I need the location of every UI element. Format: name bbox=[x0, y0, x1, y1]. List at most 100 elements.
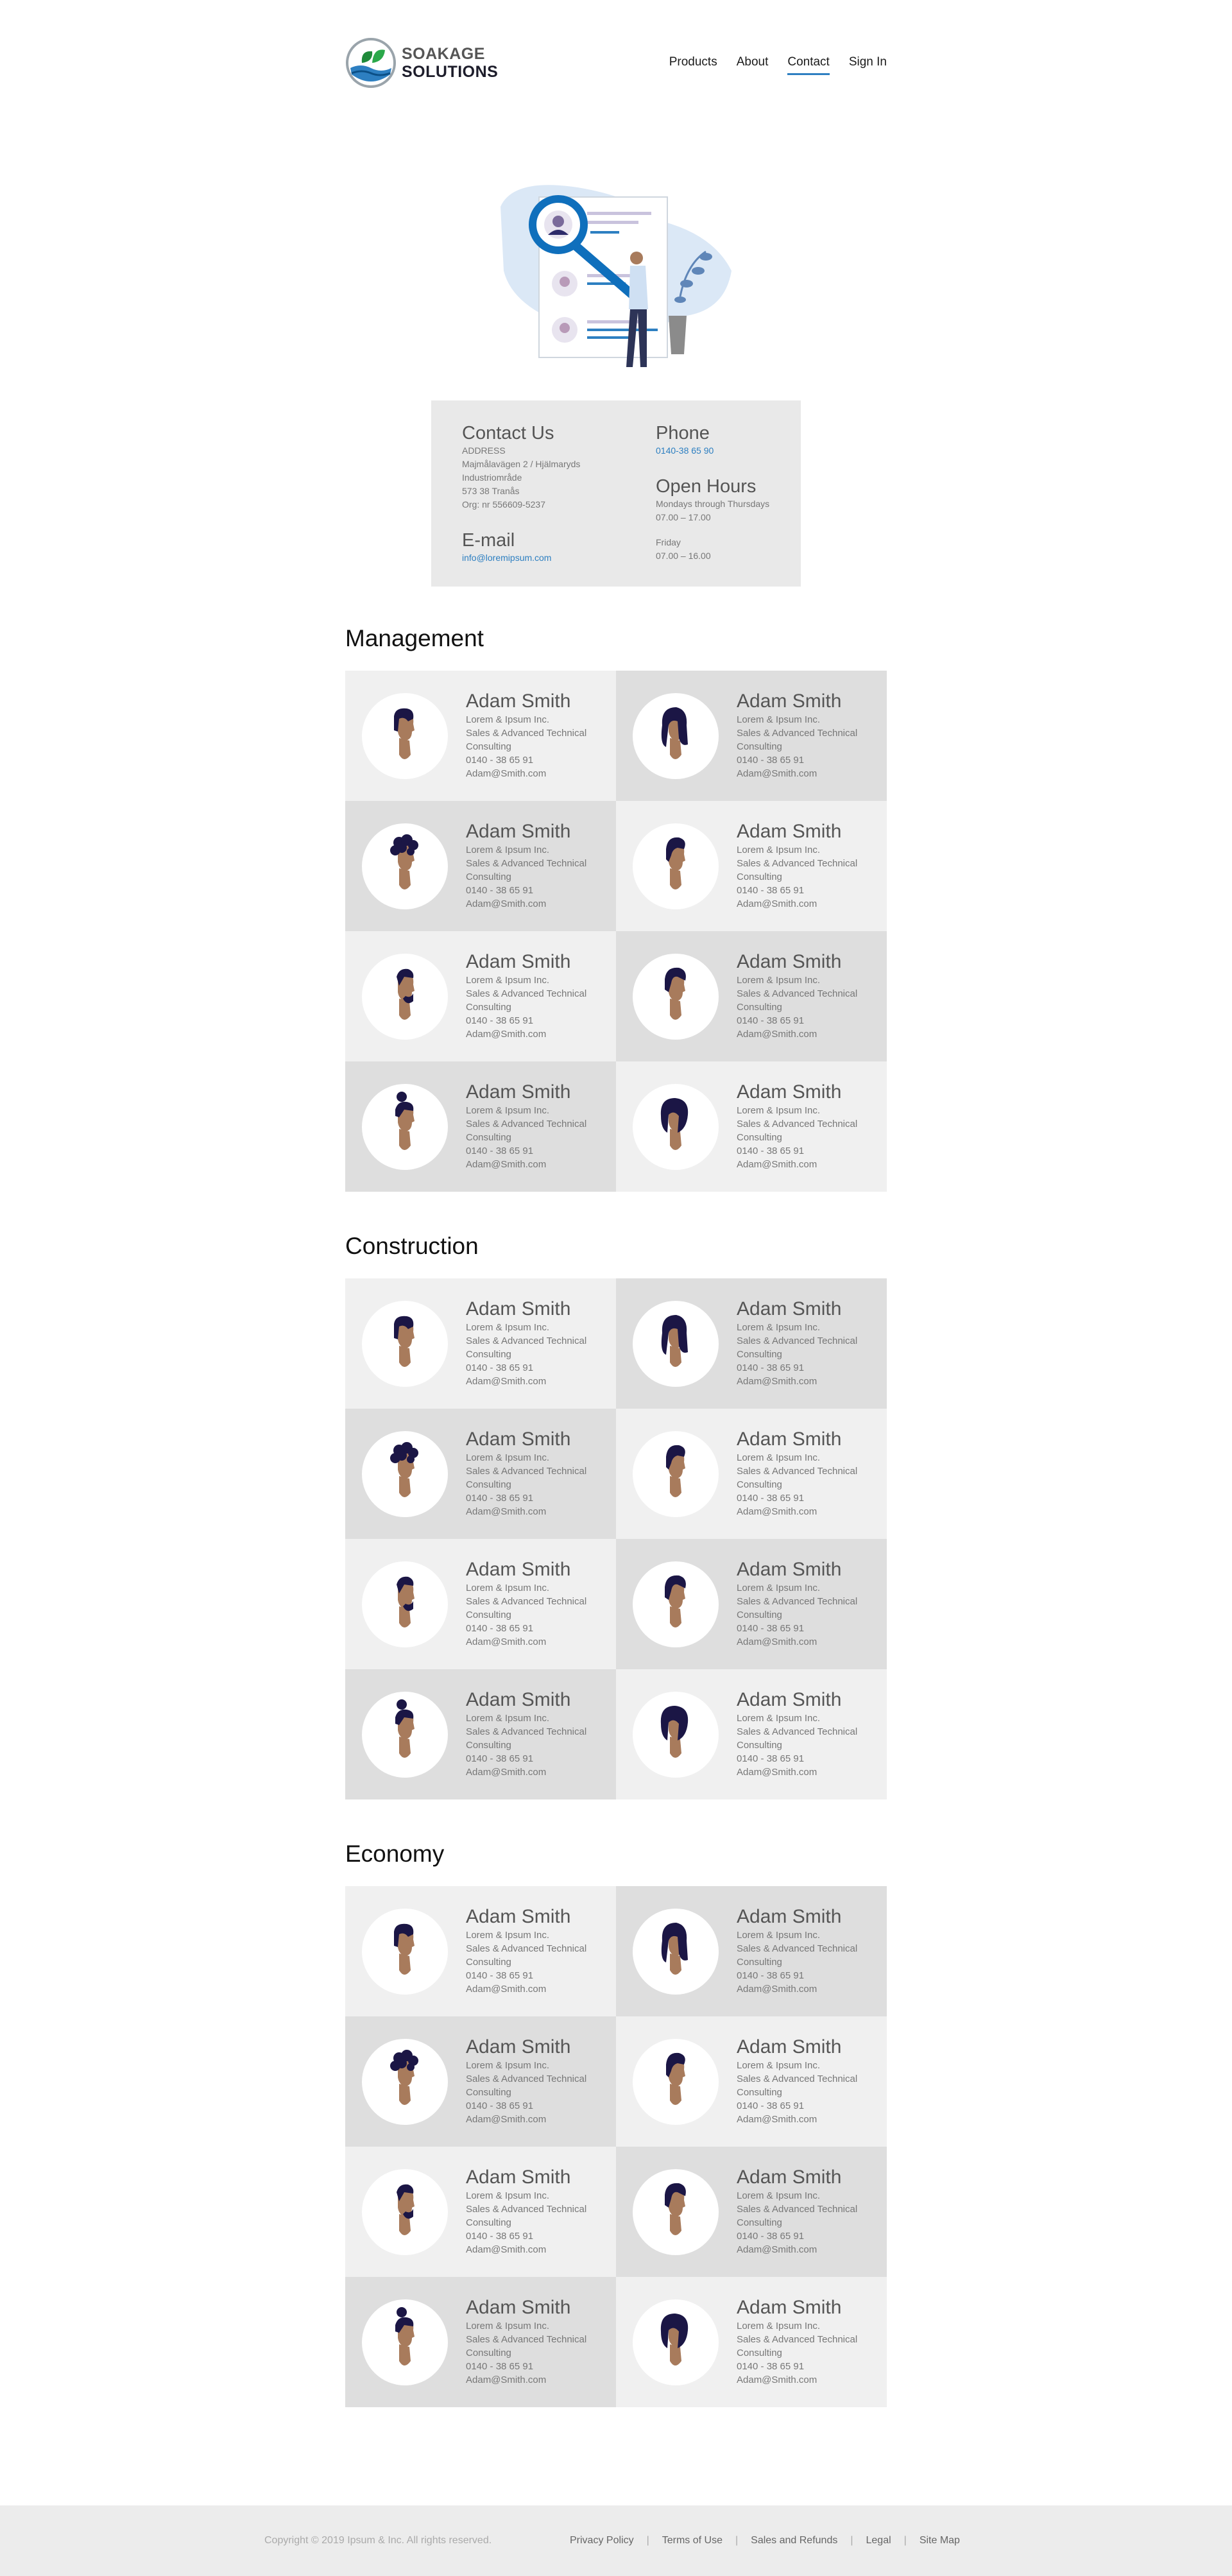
staff-email[interactable]: Adam@Smith.com bbox=[737, 1635, 878, 1649]
staff-email[interactable]: Adam@Smith.com bbox=[737, 1375, 878, 1388]
staff-info: Adam Smith Lorem & Ipsum Inc. Sales & Adva… bbox=[466, 950, 607, 1041]
staff-role-line1: Sales & Advanced Technical bbox=[737, 988, 858, 999]
staff-email[interactable]: Adam@Smith.com bbox=[466, 897, 607, 911]
staff-info: Adam Smith Lorem & Ipsum Inc. Sales & Adva… bbox=[466, 1428, 607, 1518]
staff-phone[interactable]: 0140 - 38 65 91 bbox=[466, 884, 607, 897]
staff-card: Adam Smith Lorem & Ipsum Inc. Sales & Adva… bbox=[345, 1669, 616, 1799]
footer-link-sitemap[interactable]: Site Map bbox=[920, 2535, 960, 2546]
staff-role-line1: Sales & Advanced Technical bbox=[737, 2204, 858, 2215]
staff-role-line2: Consulting bbox=[466, 1740, 511, 1751]
staff-info: Adam Smith Lorem & Ipsum Inc. Sales & Adva… bbox=[737, 2166, 878, 2256]
avatar bbox=[633, 954, 719, 1040]
staff-email[interactable]: Adam@Smith.com bbox=[737, 1505, 878, 1518]
staff-email[interactable]: Adam@Smith.com bbox=[466, 1158, 607, 1171]
staff-phone[interactable]: 0140 - 38 65 91 bbox=[737, 1144, 878, 1158]
staff-phone[interactable]: 0140 - 38 65 91 bbox=[466, 1752, 607, 1765]
staff-email[interactable]: Adam@Smith.com bbox=[466, 767, 607, 780]
brand-name[interactable]: SOAKAGE SOLUTIONS bbox=[402, 45, 498, 81]
staff-phone[interactable]: 0140 - 38 65 91 bbox=[466, 2099, 607, 2113]
staff-card: Adam Smith Lorem & Ipsum Inc. Sales & Adva… bbox=[345, 1409, 616, 1539]
footer-link-legal[interactable]: Legal bbox=[866, 2535, 891, 2546]
staff-phone[interactable]: 0140 - 38 65 91 bbox=[737, 2229, 878, 2243]
staff-role-line1: Sales & Advanced Technical bbox=[737, 2334, 858, 2345]
staff-email[interactable]: Adam@Smith.com bbox=[466, 1765, 607, 1779]
staff-role-line1: Sales & Advanced Technical bbox=[737, 728, 858, 739]
staff-email[interactable]: Adam@Smith.com bbox=[466, 1635, 607, 1649]
company-logo-icon[interactable] bbox=[345, 37, 397, 89]
staff-company: Lorem & Ipsum Inc. bbox=[466, 845, 550, 855]
footer-link-sales[interactable]: Sales and Refunds bbox=[751, 2535, 837, 2546]
staff-phone[interactable]: 0140 - 38 65 91 bbox=[466, 1491, 607, 1505]
staff-phone[interactable]: 0140 - 38 65 91 bbox=[737, 1014, 878, 1027]
hours-time-weekdays: 07.00 – 17.00 bbox=[656, 512, 711, 522]
staff-email[interactable]: Adam@Smith.com bbox=[737, 1982, 878, 1996]
staff-phone[interactable]: 0140 - 38 65 91 bbox=[737, 884, 878, 897]
staff-phone[interactable]: 0140 - 38 65 91 bbox=[466, 1144, 607, 1158]
staff-phone[interactable]: 0140 - 38 65 91 bbox=[466, 2229, 607, 2243]
staff-email[interactable]: Adam@Smith.com bbox=[737, 2373, 878, 2387]
staff-phone[interactable]: 0140 - 38 65 91 bbox=[737, 1491, 878, 1505]
staff-email[interactable]: Adam@Smith.com bbox=[466, 1982, 607, 1996]
nav-products[interactable]: Products bbox=[669, 55, 717, 75]
staff-company: Lorem & Ipsum Inc. bbox=[737, 1583, 821, 1593]
avatar bbox=[633, 2169, 719, 2255]
staff-phone[interactable]: 0140 - 38 65 91 bbox=[737, 2360, 878, 2373]
staff-email[interactable]: Adam@Smith.com bbox=[466, 1375, 607, 1388]
staff-email[interactable]: Adam@Smith.com bbox=[737, 1158, 878, 1171]
staff-email[interactable]: Adam@Smith.com bbox=[466, 1505, 607, 1518]
staff-email[interactable]: Adam@Smith.com bbox=[466, 2373, 607, 2387]
staff-card: Adam Smith Lorem & Ipsum Inc. Sales & Adva… bbox=[345, 1539, 616, 1669]
staff-name: Adam Smith bbox=[737, 1689, 842, 1710]
staff-email[interactable]: Adam@Smith.com bbox=[466, 2243, 607, 2256]
staff-phone[interactable]: 0140 - 38 65 91 bbox=[737, 2099, 878, 2113]
staff-phone[interactable]: 0140 - 38 65 91 bbox=[466, 1014, 607, 1027]
staff-email[interactable]: Adam@Smith.com bbox=[737, 897, 878, 911]
staff-phone[interactable]: 0140 - 38 65 91 bbox=[737, 1752, 878, 1765]
address-line3: 573 38 Tranås bbox=[462, 486, 520, 496]
staff-email[interactable]: Adam@Smith.com bbox=[466, 2113, 607, 2126]
staff-phone[interactable]: 0140 - 38 65 91 bbox=[466, 1622, 607, 1635]
contact-email-link[interactable]: info@loremipsum.com bbox=[462, 551, 648, 565]
avatar bbox=[362, 1909, 448, 1995]
staff-card: Adam Smith Lorem & Ipsum Inc. Sales & Adva… bbox=[616, 2147, 887, 2277]
staff-company: Lorem & Ipsum Inc. bbox=[466, 1713, 550, 1724]
staff-company: Lorem & Ipsum Inc. bbox=[737, 1930, 821, 1941]
staff-role-line2: Consulting bbox=[737, 1740, 782, 1751]
staff-card: Adam Smith Lorem & Ipsum Inc. Sales & Adva… bbox=[616, 931, 887, 1061]
staff-phone[interactable]: 0140 - 38 65 91 bbox=[466, 1969, 607, 1982]
staff-phone[interactable]: 0140 - 38 65 91 bbox=[466, 2360, 607, 2373]
staff-phone[interactable]: 0140 - 38 65 91 bbox=[737, 1622, 878, 1635]
staff-email[interactable]: Adam@Smith.com bbox=[466, 1027, 607, 1041]
staff-info: Adam Smith Lorem & Ipsum Inc. Sales & Adva… bbox=[466, 1905, 607, 1996]
staff-email[interactable]: Adam@Smith.com bbox=[737, 1765, 878, 1779]
staff-role-line2: Consulting bbox=[737, 2348, 782, 2358]
footer-link-privacy[interactable]: Privacy Policy bbox=[570, 2535, 634, 2546]
contact-phone-link[interactable]: 0140-38 65 90 bbox=[656, 444, 784, 458]
staff-role-line2: Consulting bbox=[466, 1132, 511, 1143]
nav-sign-in[interactable]: Sign In bbox=[849, 55, 887, 75]
staff-name: Adam Smith bbox=[466, 691, 571, 712]
staff-name: Adam Smith bbox=[466, 2167, 571, 2188]
staff-phone[interactable]: 0140 - 38 65 91 bbox=[466, 753, 607, 767]
staff-company: Lorem & Ipsum Inc. bbox=[466, 1322, 550, 1333]
staff-phone[interactable]: 0140 - 38 65 91 bbox=[737, 1969, 878, 1982]
nav-about[interactable]: About bbox=[737, 55, 769, 75]
staff-email[interactable]: Adam@Smith.com bbox=[737, 2243, 878, 2256]
staff-card: Adam Smith Lorem & Ipsum Inc. Sales & Adva… bbox=[345, 2147, 616, 2277]
staff-role-line2: Consulting bbox=[466, 2217, 511, 2228]
staff-name: Adam Smith bbox=[466, 1429, 571, 1450]
staff-email[interactable]: Adam@Smith.com bbox=[737, 2113, 878, 2126]
staff-phone[interactable]: 0140 - 38 65 91 bbox=[466, 1361, 607, 1375]
staff-info: Adam Smith Lorem & Ipsum Inc. Sales & Adva… bbox=[466, 2166, 607, 2256]
footer-link-terms[interactable]: Terms of Use bbox=[662, 2535, 723, 2546]
staff-name: Adam Smith bbox=[737, 691, 842, 712]
staff-grid-management: Adam Smith Lorem & Ipsum Inc. Sales & Adva… bbox=[345, 671, 887, 1192]
staff-phone[interactable]: 0140 - 38 65 91 bbox=[737, 753, 878, 767]
staff-role-line2: Consulting bbox=[466, 2087, 511, 2098]
staff-email[interactable]: Adam@Smith.com bbox=[737, 767, 878, 780]
avatar bbox=[633, 1909, 719, 1995]
copyright-text: Copyright © 2019 Ipsum & Inc. All rights… bbox=[264, 2535, 492, 2546]
nav-contact[interactable]: Contact bbox=[787, 55, 830, 75]
staff-phone[interactable]: 0140 - 38 65 91 bbox=[737, 1361, 878, 1375]
staff-email[interactable]: Adam@Smith.com bbox=[737, 1027, 878, 1041]
